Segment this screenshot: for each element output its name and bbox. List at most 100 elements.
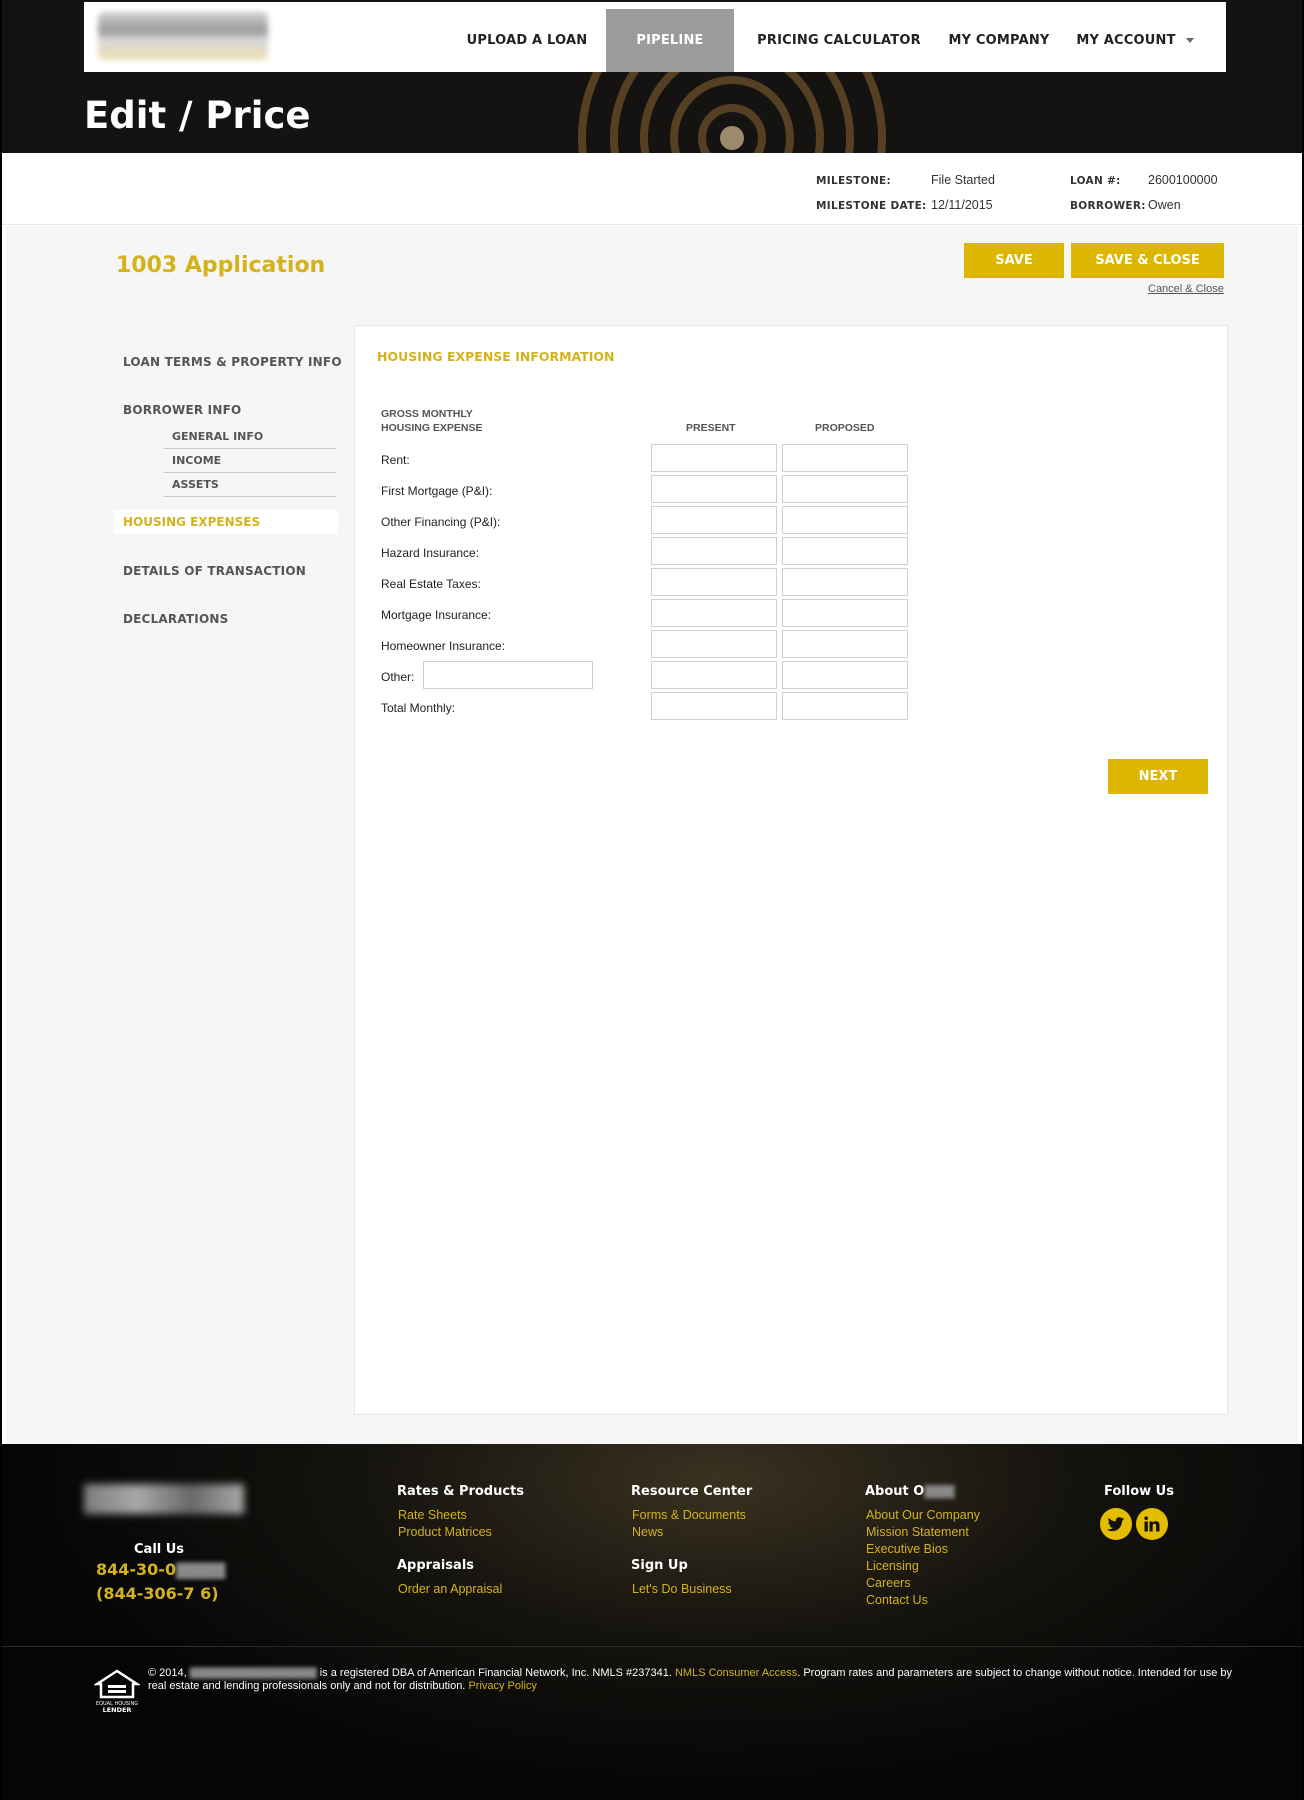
hazard-insurance-proposed-input[interactable]: [782, 537, 908, 565]
footer-link-order-appraisal[interactable]: Order an Appraisal: [398, 1582, 502, 1596]
linkedin-glyph: [1144, 1516, 1160, 1532]
nav-my-company[interactable]: MY COMPANY: [944, 9, 1054, 72]
footer-link-careers[interactable]: Careers: [866, 1576, 910, 1590]
milestone-date-label: MILESTONE DATE:: [816, 200, 927, 212]
page-title: Edit / Price: [84, 94, 311, 137]
linkedin-icon[interactable]: [1136, 1508, 1168, 1540]
appraisals-heading: Appraisals: [397, 1558, 475, 1573]
save-button[interactable]: SAVE: [964, 243, 1064, 278]
gross-monthly-heading-line2: HOUSING EXPENSE: [381, 422, 483, 434]
twitter-bird-glyph: [1106, 1517, 1125, 1532]
eho-text-line2: LENDER: [103, 1706, 132, 1714]
footer-link-news[interactable]: News: [632, 1525, 663, 1539]
company-logo[interactable]: [98, 12, 268, 60]
footer-divider: [2, 1646, 1302, 1647]
sidebar-item-housing-expenses[interactable]: HOUSING EXPENSES: [114, 510, 338, 534]
legal-mid: is a registered DBA of American Financia…: [319, 1667, 672, 1679]
nav-pricing-calculator[interactable]: PRICING CALCULATOR: [754, 9, 924, 72]
header-hero: UPLOAD A LOAN PIPELINE PRICING CALCULATO…: [2, 0, 1302, 153]
legal-prefix: © 2014,: [148, 1667, 187, 1679]
footer-link-licensing[interactable]: Licensing: [866, 1559, 919, 1573]
borrower-label: BORROWER:: [1070, 200, 1146, 212]
nmls-consumer-access-link[interactable]: NMLS Consumer Access: [675, 1667, 797, 1679]
row-label-mortgage-insurance: Mortgage Insurance:: [381, 608, 492, 622]
loan-number-value: 2600100000: [1148, 173, 1218, 187]
mortgage-insurance-proposed-input[interactable]: [782, 599, 908, 627]
rent-present-input[interactable]: [651, 444, 777, 472]
save-and-close-button[interactable]: SAVE & CLOSE: [1071, 243, 1224, 278]
total-monthly-present-input[interactable]: [651, 692, 777, 720]
section-title: HOUSING EXPENSE INFORMATION: [377, 349, 615, 364]
chevron-down-icon: [1185, 38, 1194, 43]
sidebar-item-loan-terms[interactable]: LOAN TERMS & PROPERTY INFO: [123, 355, 342, 369]
footer-link-about-company[interactable]: About Our Company: [866, 1508, 980, 1522]
nav-my-account-label: MY ACCOUNT: [1076, 33, 1176, 48]
about-heading-text: About O: [865, 1484, 925, 1499]
other-proposed-input[interactable]: [782, 661, 908, 689]
sidebar-item-declarations[interactable]: DECLARATIONS: [123, 612, 228, 626]
other-present-input[interactable]: [651, 661, 777, 689]
nav-pipeline[interactable]: PIPELINE: [606, 9, 734, 72]
privacy-policy-link[interactable]: Privacy Policy: [468, 1680, 536, 1692]
loan-number-label: LOAN #:: [1070, 175, 1121, 187]
equal-housing-lender-icon: EQUAL HOUSING LENDER: [94, 1669, 140, 1714]
sidebar-subitem-general-info[interactable]: GENERAL INFO: [164, 425, 336, 449]
call-us-heading: Call Us: [134, 1542, 185, 1557]
row-label-hazard-insurance: Hazard Insurance:: [381, 546, 480, 560]
row-label-other: Other:: [381, 670, 415, 684]
sidebar-subitem-income[interactable]: INCOME: [164, 449, 336, 473]
footer-link-rate-sheets[interactable]: Rate Sheets: [398, 1508, 467, 1522]
real-estate-taxes-present-input[interactable]: [651, 568, 777, 596]
nav-my-account[interactable]: MY ACCOUNT: [1068, 9, 1202, 72]
cancel-and-close-link[interactable]: Cancel & Close: [1148, 283, 1224, 295]
total-monthly-proposed-input[interactable]: [782, 692, 908, 720]
footer-link-forms-documents[interactable]: Forms & Documents: [632, 1508, 746, 1522]
footer: Call Us 844-30-0▇▇▇▇ (844-306-7 6) Rates…: [2, 1444, 1302, 1800]
footer-logo[interactable]: [84, 1484, 244, 1514]
footer-link-product-matrices[interactable]: Product Matrices: [398, 1525, 492, 1539]
loan-meta-bar: MILESTONE: File Started MILESTONE DATE: …: [2, 153, 1302, 225]
borrower-value: Owen: [1148, 198, 1181, 212]
homeowner-insurance-proposed-input[interactable]: [782, 630, 908, 658]
milestone-label: MILESTONE:: [816, 175, 892, 187]
next-button[interactable]: NEXT: [1108, 759, 1208, 794]
other-financing-present-input[interactable]: [651, 506, 777, 534]
sidebar-subitem-assets[interactable]: ASSETS: [164, 473, 336, 497]
milestone-value: File Started: [931, 173, 995, 187]
phone-number-secondary[interactable]: (844-306-7 6): [96, 1584, 219, 1603]
twitter-icon[interactable]: [1100, 1508, 1132, 1540]
real-estate-taxes-proposed-input[interactable]: [782, 568, 908, 596]
sidebar-item-details-of-transaction[interactable]: DETAILS OF TRANSACTION: [123, 564, 306, 578]
sign-up-heading: Sign Up: [631, 1558, 688, 1573]
homeowner-insurance-present-input[interactable]: [651, 630, 777, 658]
about-redacted-blur: ▇▇▇: [924, 1484, 955, 1499]
legal-company-redacted: ▇▇▇▇▇▇▇▇▇▇▇▇▇▇▇: [189, 1667, 317, 1679]
main-content: 1003 Application SAVE SAVE & CLOSE Cance…: [6, 226, 1298, 1444]
row-label-total-monthly: Total Monthly:: [381, 701, 456, 715]
top-navbar: UPLOAD A LOAN PIPELINE PRICING CALCULATO…: [84, 2, 1226, 72]
first-mortgage-present-input[interactable]: [651, 475, 777, 503]
footer-link-executive-bios[interactable]: Executive Bios: [866, 1542, 948, 1556]
gross-monthly-heading-line1: GROSS MONTHLY: [381, 408, 473, 420]
housing-expense-panel: HOUSING EXPENSE INFORMATION GROSS MONTHL…: [354, 325, 1228, 1415]
nav-upload-loan[interactable]: UPLOAD A LOAN: [452, 9, 602, 72]
footer-link-contact-us[interactable]: Contact Us: [866, 1593, 928, 1607]
footer-link-lets-do-business[interactable]: Let's Do Business: [632, 1582, 732, 1596]
sidebar-item-borrower-info[interactable]: BORROWER INFO: [123, 403, 241, 417]
resource-center-heading: Resource Center: [631, 1484, 753, 1499]
hazard-insurance-present-input[interactable]: [651, 537, 777, 565]
first-mortgage-proposed-input[interactable]: [782, 475, 908, 503]
about-heading: About O▇▇▇: [865, 1484, 954, 1499]
phone-redacted-blur: ▇▇▇▇: [176, 1560, 226, 1579]
row-label-rent: Rent:: [381, 453, 410, 467]
footer-link-mission-statement[interactable]: Mission Statement: [866, 1525, 969, 1539]
rent-proposed-input[interactable]: [782, 444, 908, 472]
other-description-input[interactable]: [423, 661, 593, 689]
row-label-other-financing: Other Financing (P&I):: [381, 515, 501, 529]
mortgage-insurance-present-input[interactable]: [651, 599, 777, 627]
other-financing-proposed-input[interactable]: [782, 506, 908, 534]
follow-us-heading: Follow Us: [1104, 1484, 1174, 1499]
row-label-real-estate-taxes: Real Estate Taxes:: [381, 577, 481, 591]
proposed-column-heading: PROPOSED: [815, 422, 875, 434]
phone-number-primary[interactable]: 844-30-0▇▇▇▇: [96, 1560, 225, 1579]
